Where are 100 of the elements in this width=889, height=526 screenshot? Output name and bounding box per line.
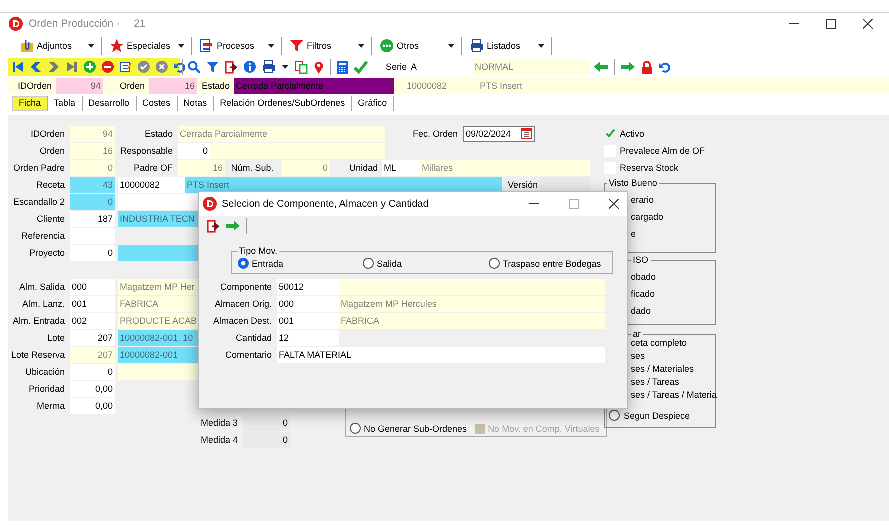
previous-icon[interactable] bbox=[30, 61, 42, 73]
toolbar-menu-button[interactable]: Especiales bbox=[110, 39, 174, 53]
radio-button[interactable] bbox=[363, 258, 374, 269]
toolbar-menu-button[interactable]: Procesos bbox=[200, 39, 264, 53]
first-record-icon[interactable] bbox=[12, 61, 24, 73]
link-field[interactable]: INDUSTRIA TECN bbox=[118, 210, 198, 226]
readonly-field: 0 bbox=[70, 160, 115, 176]
input-field[interactable]: 0,00 bbox=[70, 380, 115, 396]
close-icon[interactable] bbox=[609, 199, 619, 209]
field-label: Escandallo 2 bbox=[12, 196, 66, 208]
close-icon[interactable] bbox=[863, 19, 873, 29]
input-field[interactable]: 001 bbox=[70, 296, 115, 312]
toolbar-menu-button[interactable]: Filtros bbox=[290, 39, 354, 53]
link-field[interactable]: 43 bbox=[70, 176, 115, 192]
tab[interactable]: Costes bbox=[136, 96, 178, 110]
field-label: Orden Padre bbox=[12, 162, 66, 174]
group-title: ISO bbox=[631, 255, 651, 266]
field-label: Orden bbox=[38, 144, 66, 158]
link-field[interactable]: 0 bbox=[70, 194, 115, 210]
location-pin-icon[interactable] bbox=[314, 60, 324, 74]
readonly-field: FABRICA bbox=[339, 312, 605, 328]
lock-icon[interactable] bbox=[641, 60, 654, 74]
field-label: Componente bbox=[219, 280, 273, 294]
input-field[interactable]: FALTA MATERIAL bbox=[277, 346, 605, 362]
input-field[interactable] bbox=[118, 194, 198, 210]
right-arrow-icon[interactable] bbox=[226, 220, 240, 232]
cancel-icon[interactable] bbox=[156, 61, 168, 73]
input-field[interactable]: ML bbox=[382, 160, 420, 176]
group-title: Visto Bueno bbox=[607, 178, 660, 189]
undo-icon[interactable] bbox=[659, 61, 672, 73]
link-field[interactable]: 10000082-001, 10 bbox=[118, 330, 198, 346]
add-icon[interactable] bbox=[84, 61, 96, 73]
calculator-icon[interactable] bbox=[337, 60, 348, 74]
checkbox-label: Prevalece Alm de OF bbox=[620, 146, 706, 156]
exit-icon[interactable] bbox=[225, 60, 238, 74]
caret-icon[interactable] bbox=[282, 65, 289, 69]
input-field[interactable]: 000 bbox=[70, 278, 115, 294]
disabled-field: 0 bbox=[243, 414, 290, 430]
tab[interactable]: Ficha bbox=[12, 96, 48, 110]
filter-icon[interactable] bbox=[207, 61, 219, 73]
date-field[interactable]: 09/02/2024 bbox=[463, 126, 535, 142]
right-arrow-icon[interactable] bbox=[621, 61, 636, 73]
exit-icon[interactable] bbox=[207, 220, 220, 232]
option-label: Salida bbox=[377, 258, 402, 268]
undo-icon[interactable] bbox=[174, 61, 186, 73]
readonly-field: 0 bbox=[282, 160, 330, 176]
option-label: ses / Tareas / Materia bbox=[631, 389, 715, 402]
option-label: ses / Materiales bbox=[631, 363, 696, 376]
link-field[interactable] bbox=[118, 244, 198, 260]
radio-button[interactable] bbox=[238, 258, 249, 269]
tab[interactable]: Gráfico bbox=[352, 96, 394, 110]
field-label: Padre OF bbox=[132, 162, 174, 174]
checkmark-icon[interactable] bbox=[354, 60, 368, 74]
checkbox[interactable] bbox=[604, 128, 616, 140]
input-field[interactable]: 207 bbox=[70, 330, 115, 346]
input-field[interactable]: 000 bbox=[277, 296, 339, 312]
input-field[interactable]: 001 bbox=[277, 312, 339, 328]
toolbar-menu-button[interactable]: Listados bbox=[470, 39, 534, 53]
input-field[interactable]: 50012 bbox=[277, 278, 339, 294]
toolbar-menu-button[interactable]: Otros bbox=[380, 39, 444, 53]
tab[interactable]: Tabla bbox=[48, 96, 83, 110]
copy-icon[interactable] bbox=[295, 60, 308, 74]
link-field[interactable]: 10000082-001 bbox=[118, 346, 198, 362]
field-label: Orden bbox=[118, 80, 146, 92]
field-label: Cliente bbox=[36, 212, 66, 226]
radio-button[interactable] bbox=[350, 423, 361, 434]
calendar-icon[interactable] bbox=[521, 128, 532, 139]
input-field[interactable]: 0,00 bbox=[70, 398, 115, 414]
process-icon bbox=[200, 39, 214, 53]
next-icon[interactable] bbox=[48, 61, 60, 73]
tab[interactable]: Desarrollo bbox=[82, 96, 137, 110]
link-field[interactable]: PTS Insert bbox=[185, 176, 502, 192]
input-field[interactable]: 12 bbox=[277, 330, 339, 346]
input-field[interactable]: 002 bbox=[70, 312, 115, 328]
left-arrow-icon[interactable] bbox=[594, 61, 608, 73]
radio-button[interactable] bbox=[489, 258, 500, 269]
input-field[interactable]: 10000082 bbox=[118, 176, 185, 192]
field-label: Merma bbox=[36, 400, 66, 412]
field-label: Medida 3 bbox=[200, 416, 239, 430]
toolbar-menu-button[interactable]: Adjuntos bbox=[20, 39, 84, 53]
tab[interactable]: Relación Ordenes/SubOrdenes bbox=[214, 96, 352, 110]
edit-icon[interactable] bbox=[120, 61, 132, 73]
search-icon[interactable] bbox=[188, 60, 201, 74]
field-label: Almacen Dest. bbox=[212, 314, 273, 328]
printer-icon[interactable] bbox=[262, 60, 276, 74]
input-field[interactable]: 187 bbox=[70, 210, 115, 226]
input-field[interactable]: 0 bbox=[178, 142, 210, 158]
delete-icon[interactable] bbox=[102, 61, 114, 73]
window-title: Orden Producción - bbox=[29, 18, 120, 30]
input-field[interactable]: 0 bbox=[70, 244, 115, 260]
radio-button[interactable] bbox=[609, 410, 620, 421]
caret-icon bbox=[358, 44, 364, 48]
info-icon[interactable] bbox=[244, 61, 256, 73]
confirm-icon[interactable] bbox=[138, 61, 150, 73]
readonly-field: NORMAL bbox=[473, 59, 590, 75]
field-label: Serie bbox=[386, 62, 408, 72]
input-field[interactable]: 0 bbox=[70, 364, 115, 380]
tab[interactable]: Notas bbox=[178, 96, 214, 110]
last-record-icon[interactable] bbox=[66, 61, 78, 73]
maximize-icon[interactable] bbox=[826, 19, 836, 29]
